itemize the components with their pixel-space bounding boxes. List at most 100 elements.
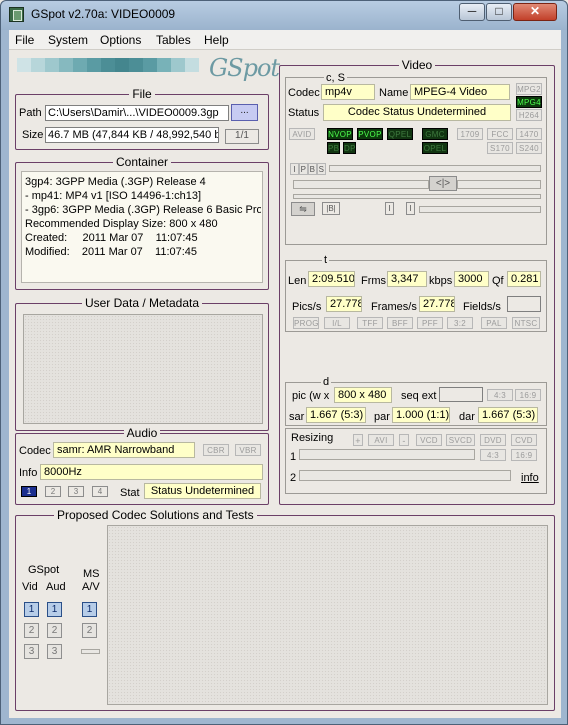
ms-1-button[interactable]: 1 <box>82 602 97 617</box>
aud-2-button[interactable]: 2 <box>47 623 62 638</box>
resize-dvd-tag: DVD <box>480 434 506 446</box>
app-icon[interactable] <box>9 7 24 22</box>
cs-title: c, S <box>324 72 347 84</box>
cbr-tag: CBR <box>203 444 229 456</box>
main-window: GSpot v2.70a: VIDEO0009 ─ □ ✕ File Syste… <box>0 0 568 725</box>
container-line: - mp41: MP4 v1 [ISO 14496-1:ch13] <box>25 190 202 202</box>
aspect-43-tag: 4:3 <box>487 389 513 401</box>
av-label: A/V <box>82 581 100 593</box>
userdata-group-title: User Data / Metadata <box>81 296 203 310</box>
container-line: Modified: 2011 Mar 07 11:07:45 <box>25 246 198 258</box>
1709-tag: 1709 <box>457 128 483 140</box>
audio-page-1[interactable]: 1 <box>21 486 37 497</box>
audio-page-3[interactable]: 3 <box>68 486 84 497</box>
menu-bar: File System Options Tables Help <box>9 30 561 50</box>
frms-field: 3,347 <box>387 271 427 287</box>
resize-avi-tag: AVI <box>368 434 394 446</box>
marker-i-button[interactable]: I <box>385 202 394 215</box>
window-title: GSpot v2.70a: VIDEO0009 <box>31 7 176 21</box>
audio-page-2[interactable]: 2 <box>45 486 61 497</box>
gspot-logo: GSpot <box>209 54 280 82</box>
vbr-tag: VBR <box>235 444 261 456</box>
row1-169-tag: 16:9 <box>511 449 537 461</box>
file-group-title: File <box>129 87 155 101</box>
info-link[interactable]: info <box>521 472 539 484</box>
proposed-group-title: Proposed Codec Solutions and Tests <box>54 508 257 522</box>
path-label: Path <box>19 107 42 119</box>
kbps-label: kbps <box>429 275 453 287</box>
qf-label: Qf <box>492 275 504 287</box>
swap-icon[interactable]: <|> <box>429 176 457 191</box>
pff-tag: PFF <box>417 317 443 329</box>
marker-be-button[interactable]: |B| <box>322 202 340 215</box>
dp-tag: DP <box>343 142 356 154</box>
scrub-bar-left[interactable] <box>293 180 429 189</box>
menu-system[interactable]: System <box>48 33 88 47</box>
resize-minus-button[interactable]: - <box>399 434 409 446</box>
video-name-label: Name <box>379 87 409 99</box>
len-field: 2:09.510 <box>308 271 355 287</box>
aud-1-button[interactable]: 1 <box>47 602 62 617</box>
container-line: - 3gp6: 3GPP Media (.3GP) Release 6 Basi… <box>25 204 261 216</box>
vid-1-button[interactable]: 1 <box>24 602 39 617</box>
resize-cvd-tag: CVD <box>511 434 537 446</box>
close-button[interactable]: ✕ <box>513 3 557 21</box>
title-bar[interactable]: GSpot v2.70a: VIDEO0009 ─ □ ✕ <box>1 1 567 30</box>
frms-label: Frms <box>361 275 387 287</box>
aud-3-button[interactable]: 3 <box>47 644 62 659</box>
path-field[interactable]: C:\Users\Damir\...\VIDEO0009.3gp <box>45 105 229 121</box>
gmc-tag: GMC <box>422 128 448 140</box>
audio-group-title: Audio <box>123 426 161 440</box>
codec-status-panel: c, S <box>285 72 547 245</box>
resize-plus-button[interactable]: + <box>353 434 363 446</box>
vid-3-button[interactable]: 3 <box>24 644 39 659</box>
tff-tag: TFF <box>357 317 383 329</box>
dar-label: dar <box>459 411 475 423</box>
frames-label: Frames/s <box>371 301 417 313</box>
fields-field <box>507 296 541 312</box>
menu-help[interactable]: Help <box>204 33 229 47</box>
pic-label: pic (w x <box>292 390 330 402</box>
ms-2-button[interactable]: 2 <box>82 623 97 638</box>
ntsc-tag: NTSC <box>512 317 540 329</box>
kbps-field: 3000 <box>454 271 489 287</box>
gspot-label: GSpot <box>28 564 60 576</box>
seqext-label: seq ext <box>401 390 437 402</box>
qpel-tag: QPEL <box>387 128 413 140</box>
par-label: par <box>374 411 390 423</box>
audio-stat-label: Stat <box>120 487 140 499</box>
container-line: 3gp4: 3GPP Media (.3GP) Release 4 <box>25 176 206 188</box>
menu-tables[interactable]: Tables <box>156 33 191 47</box>
sar-field: 1.667 (5:3) <box>306 407 366 423</box>
frame-track <box>293 194 541 199</box>
minimize-button[interactable]: ─ <box>459 3 485 21</box>
fields-label: Fields/s <box>463 301 501 313</box>
marker-i2-button[interactable]: I <box>406 202 415 215</box>
menu-options[interactable]: Options <box>100 33 141 47</box>
client-area: File System Options Tables Help GSpot Fi… <box>9 30 561 718</box>
frames-field: 27.778 <box>419 296 455 312</box>
qf-field: 0.281 <box>507 271 541 287</box>
header-gradient-strip <box>17 58 217 72</box>
s240-tag: S240 <box>516 142 542 154</box>
aspect-169-tag: 16:9 <box>515 389 541 401</box>
page-indicator: 1/1 <box>225 129 259 144</box>
vid-2-button[interactable]: 2 <box>24 623 39 638</box>
menu-file[interactable]: File <box>15 33 34 47</box>
resize-svcd-tag: SVCD <box>446 434 475 446</box>
marker-bar <box>419 206 541 213</box>
thumbnail-icon[interactable]: ⇋ <box>291 202 315 216</box>
bff-tag: BFF <box>387 317 413 329</box>
container-group-title: Container <box>112 155 172 169</box>
maximize-button[interactable]: □ <box>486 3 512 21</box>
size-field: 46.7 MB (47,844 KB / 48,992,540 b <box>45 127 219 143</box>
ms-indicator <box>81 649 100 654</box>
scrub-bar-right[interactable] <box>457 180 541 189</box>
browse-button[interactable]: ... <box>231 104 258 121</box>
proposed-results-panel <box>107 525 548 705</box>
audio-page-4[interactable]: 4 <box>92 486 108 497</box>
container-line: Created: 2011 Mar 07 11:07:45 <box>25 232 198 244</box>
audio-info-field: 8000Hz <box>40 464 263 480</box>
pb-tag: PB <box>327 142 340 154</box>
frametype-bar <box>329 165 541 172</box>
